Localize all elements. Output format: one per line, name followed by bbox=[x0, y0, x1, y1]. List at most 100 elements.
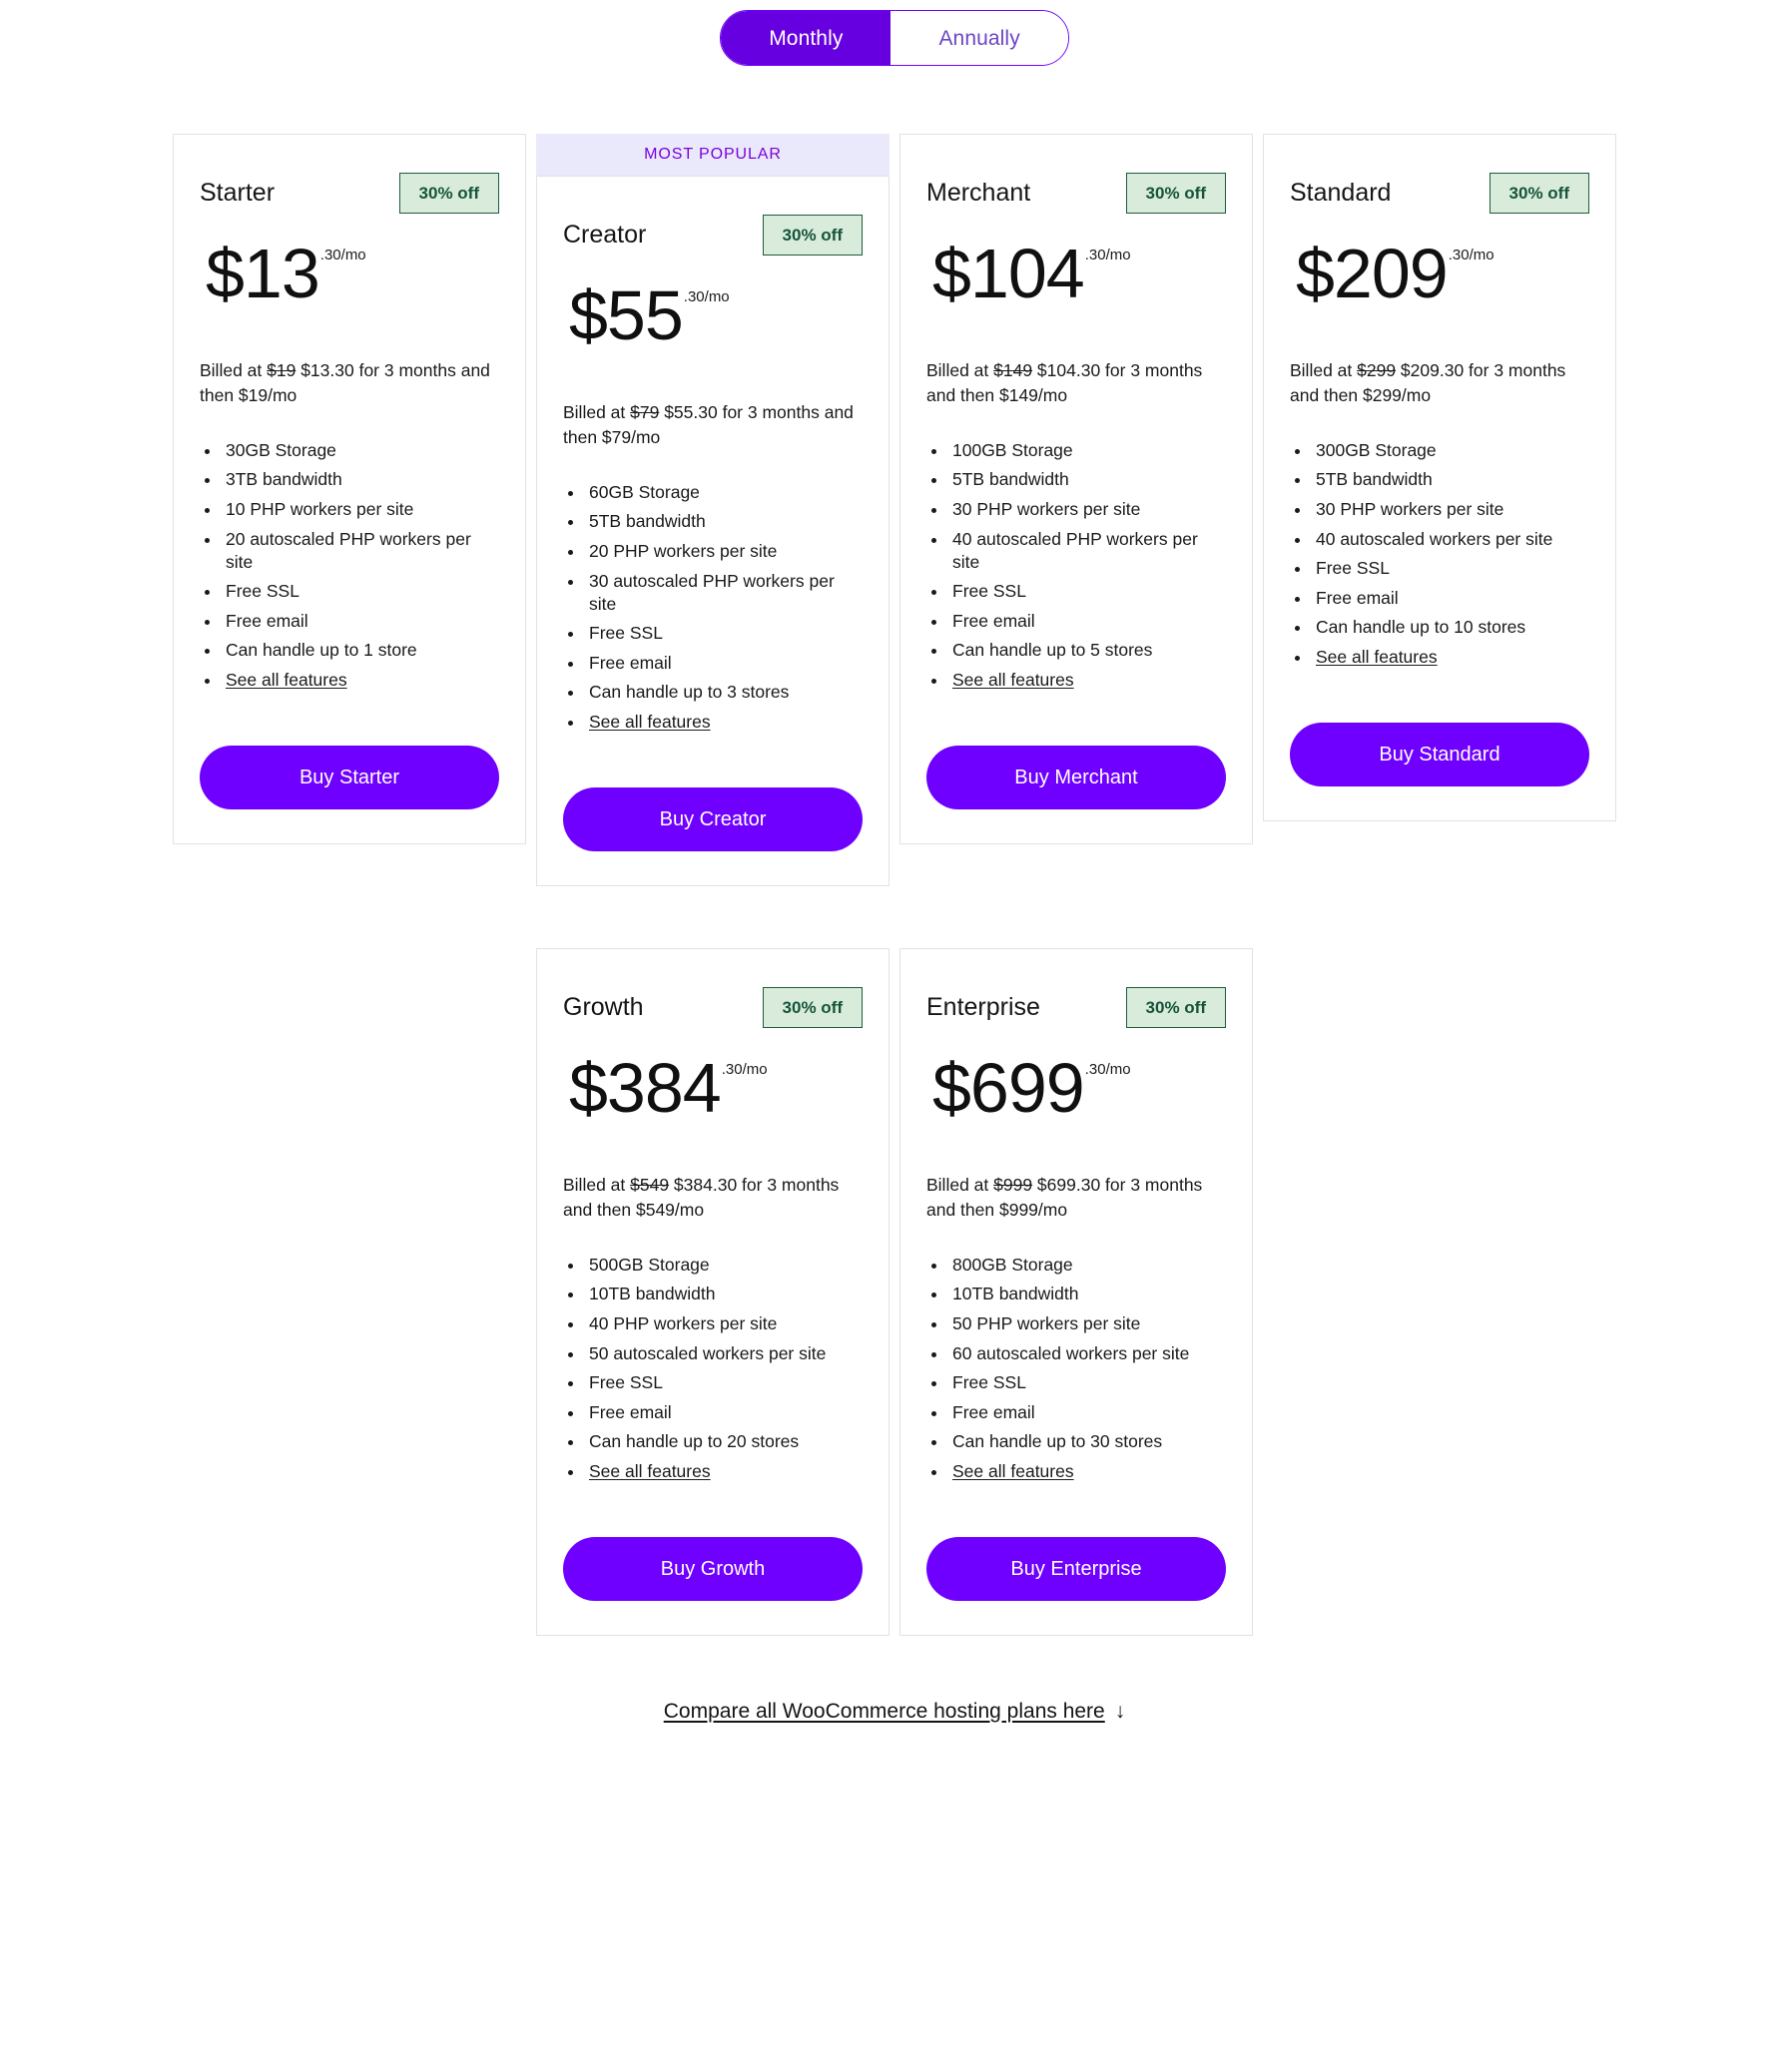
feature-item: 30GB Storage bbox=[222, 439, 499, 462]
feature-item: 10 PHP workers per site bbox=[222, 498, 499, 521]
plan-price: $55 .30/mo bbox=[563, 280, 863, 370]
billing-prefix: Billed at bbox=[563, 402, 631, 422]
see-all-features-link[interactable]: See all features bbox=[589, 712, 711, 732]
plan-name: Growth bbox=[563, 993, 644, 1022]
feature-item: Free email bbox=[222, 610, 499, 633]
feature-item: 500GB Storage bbox=[585, 1254, 863, 1277]
buy-button[interactable]: Buy Merchant bbox=[926, 746, 1226, 810]
plan-card-body: Starter 30% off $13 .30/mo Billed at $19… bbox=[173, 134, 526, 845]
feature-item: 5TB bandwidth bbox=[585, 510, 863, 533]
plan-name: Standard bbox=[1290, 179, 1392, 207]
billing-prefix: Billed at bbox=[926, 1175, 994, 1196]
compare-link-label: Compare all WooCommerce hosting plans he… bbox=[663, 1700, 1105, 1724]
plan-header: Standard 30% off bbox=[1290, 167, 1589, 219]
feature-item: Free email bbox=[948, 1401, 1226, 1424]
feature-item: 3TB bandwidth bbox=[222, 468, 499, 491]
discount-badge: 30% off bbox=[762, 986, 863, 1028]
plan-card-merchant: Merchant 30% off $104 .30/mo Billed at $… bbox=[899, 134, 1253, 845]
price-amount: $209 bbox=[1296, 235, 1449, 312]
feature-item: Free SSL bbox=[585, 622, 863, 645]
billing-old-price: $79 bbox=[630, 402, 660, 422]
billing-note: Billed at $149 $104.30 for 3 months and … bbox=[926, 358, 1218, 409]
buy-button[interactable]: Buy Enterprise bbox=[926, 1537, 1226, 1602]
feature-item: Free SSL bbox=[1312, 557, 1589, 580]
arrow-down-icon: ↓ bbox=[1114, 1700, 1126, 1724]
plan-name: Creator bbox=[563, 221, 647, 249]
discount-badge: 30% off bbox=[762, 214, 863, 256]
plan-price: $209 .30/mo bbox=[1290, 235, 1589, 328]
feature-item: Free email bbox=[1312, 587, 1589, 610]
compare-plans-container: Compare all WooCommerce hosting plans he… bbox=[0, 1700, 1789, 1754]
pricing-row-1: Starter 30% off $13 .30/mo Billed at $19… bbox=[0, 134, 1789, 887]
feature-item: 5TB bandwidth bbox=[948, 468, 1226, 491]
feature-item: 800GB Storage bbox=[948, 1254, 1226, 1277]
buy-button[interactable]: Buy Growth bbox=[563, 1537, 863, 1602]
feature-item: Can handle up to 10 stores bbox=[1312, 616, 1589, 639]
feature-item: 60 autoscaled workers per site bbox=[948, 1342, 1226, 1365]
see-all-features-link[interactable]: See all features bbox=[589, 1461, 711, 1481]
buy-button[interactable]: Buy Standard bbox=[1290, 723, 1589, 786]
plan-header: Enterprise 30% off bbox=[926, 981, 1226, 1033]
feature-list: 500GB Storage 10TB bandwidth 40 PHP work… bbox=[563, 1254, 863, 1483]
billing-period-toggle[interactable]: Monthly Annually bbox=[720, 10, 1069, 66]
feature-list: 800GB Storage 10TB bandwidth 50 PHP work… bbox=[926, 1254, 1226, 1483]
plan-price: $13 .30/mo bbox=[200, 239, 499, 328]
see-all-features-link[interactable]: See all features bbox=[952, 670, 1074, 690]
plan-name: Enterprise bbox=[926, 993, 1040, 1022]
plan-card-body: Growth 30% off $384 .30/mo Billed at $54… bbox=[536, 948, 890, 1637]
feature-item: 40 autoscaled PHP workers per site bbox=[948, 528, 1226, 574]
price-amount: $384 bbox=[569, 1049, 722, 1128]
feature-item: Free email bbox=[948, 610, 1226, 633]
feature-item: 100GB Storage bbox=[948, 439, 1226, 462]
see-all-features-link[interactable]: See all features bbox=[226, 670, 347, 690]
feature-item: Free email bbox=[585, 1401, 863, 1424]
feature-item: 30 autoscaled PHP workers per site bbox=[585, 570, 863, 616]
plan-card-enterprise: Enterprise 30% off $699 .30/mo Billed at… bbox=[899, 948, 1253, 1637]
feature-item: 20 PHP workers per site bbox=[585, 540, 863, 563]
plan-card-body: Merchant 30% off $104 .30/mo Billed at $… bbox=[899, 134, 1253, 845]
see-all-features-item: See all features bbox=[585, 711, 863, 734]
feature-item: 60GB Storage bbox=[585, 481, 863, 504]
plan-price: $104 .30/mo bbox=[926, 235, 1226, 328]
discount-badge: 30% off bbox=[398, 172, 499, 214]
discount-badge: 30% off bbox=[1489, 172, 1589, 214]
see-all-features-link[interactable]: See all features bbox=[1316, 647, 1438, 667]
feature-item: 40 PHP workers per site bbox=[585, 1312, 863, 1335]
feature-item: 50 PHP workers per site bbox=[948, 1312, 1226, 1335]
feature-item: Can handle up to 30 stores bbox=[948, 1430, 1226, 1453]
plan-price: $384 .30/mo bbox=[563, 1049, 863, 1143]
see-all-features-item: See all features bbox=[222, 669, 499, 692]
compare-all-plans-link[interactable]: Compare all WooCommerce hosting plans he… bbox=[664, 1700, 1125, 1724]
feature-item: 300GB Storage bbox=[1312, 439, 1589, 462]
feature-item: 5TB bandwidth bbox=[1312, 468, 1589, 491]
price-amount: $104 bbox=[932, 235, 1085, 312]
buy-button[interactable]: Buy Creator bbox=[563, 787, 863, 852]
feature-item: 20 autoscaled PHP workers per site bbox=[222, 528, 499, 574]
feature-list: 60GB Storage 5TB bandwidth 20 PHP worker… bbox=[563, 481, 863, 734]
plan-card-starter: Starter 30% off $13 .30/mo Billed at $19… bbox=[173, 134, 526, 845]
feature-item: Can handle up to 1 store bbox=[222, 639, 499, 662]
plan-card-growth: Growth 30% off $384 .30/mo Billed at $54… bbox=[536, 948, 890, 1637]
billing-old-price: $19 bbox=[267, 360, 297, 380]
see-all-features-item: See all features bbox=[1312, 646, 1589, 669]
pricing-grid: Starter 30% off $13 .30/mo Billed at $19… bbox=[0, 134, 1789, 1637]
billing-toggle-container: Monthly Annually bbox=[0, 0, 1789, 66]
plan-name: Merchant bbox=[926, 179, 1031, 207]
plan-card-body: Enterprise 30% off $699 .30/mo Billed at… bbox=[899, 948, 1253, 1637]
feature-list: 30GB Storage 3TB bandwidth 10 PHP worker… bbox=[200, 439, 499, 692]
plan-header: Creator 30% off bbox=[563, 209, 863, 260]
feature-item: 50 autoscaled workers per site bbox=[585, 1342, 863, 1365]
price-suffix: .30/mo bbox=[721, 1061, 768, 1079]
see-all-features-link[interactable]: See all features bbox=[952, 1461, 1074, 1481]
plan-header: Starter 30% off bbox=[200, 167, 499, 219]
plan-header: Growth 30% off bbox=[563, 981, 863, 1033]
plan-price: $699 .30/mo bbox=[926, 1053, 1226, 1143]
feature-item: Free SSL bbox=[222, 580, 499, 603]
feature-item: 10TB bandwidth bbox=[585, 1283, 863, 1305]
feature-item: Can handle up to 20 stores bbox=[585, 1430, 863, 1453]
buy-button[interactable]: Buy Starter bbox=[200, 746, 499, 810]
toggle-option-annually[interactable]: Annually bbox=[891, 11, 1068, 65]
toggle-option-monthly[interactable]: Monthly bbox=[721, 11, 892, 65]
price-suffix: .30/mo bbox=[1084, 1061, 1131, 1079]
plan-card-standard: Standard 30% off $209 .30/mo Billed at $… bbox=[1263, 134, 1616, 821]
